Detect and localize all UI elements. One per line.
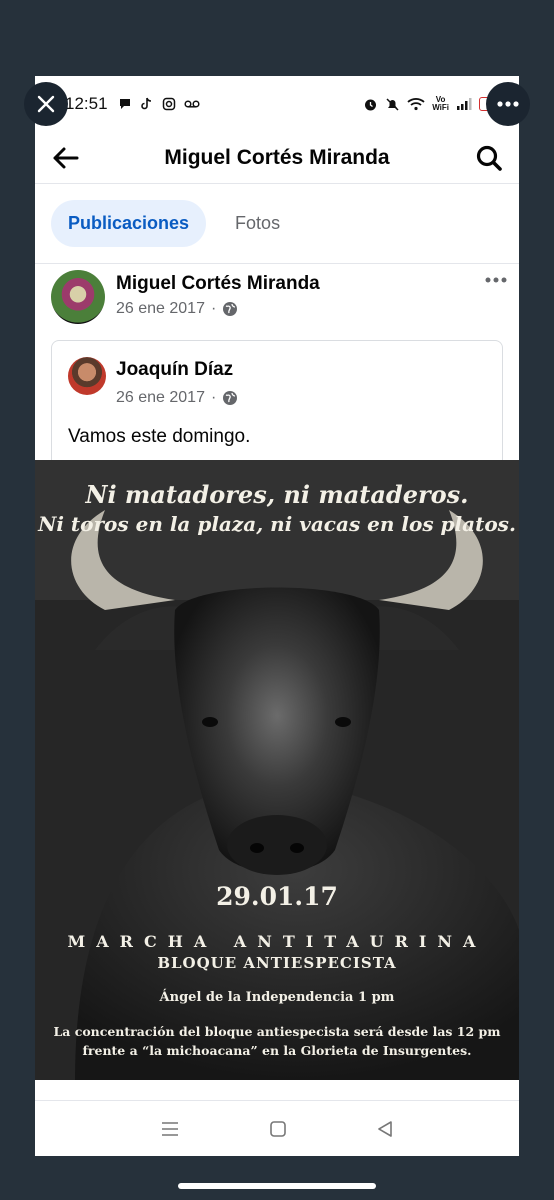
page-title: Miguel Cortés Miranda	[164, 145, 390, 169]
shared-post-card[interactable]: Joaquín Díaz 26 ene 2017 · Vamos este do…	[51, 340, 503, 470]
arrow-left-icon	[53, 147, 79, 168]
poster-subheadline: Ni toros en la plaza, ni vacas en los pl…	[38, 512, 516, 536]
profile-tabs: Publicaciones Fotos	[35, 184, 519, 264]
poster-event-title: MARCHA ANTITAURINA	[67, 932, 487, 951]
voicemail-icon	[183, 100, 200, 108]
phone-screen: 12:51 VoWiFi 14 Miguel Cortés Miranda Pu…	[35, 76, 519, 1156]
chat-bubble-icon	[119, 99, 130, 109]
globe-icon	[223, 391, 238, 405]
poster-headline: Ni matadores, ni mataderos.	[85, 480, 469, 509]
system-nav-bar	[35, 1100, 519, 1156]
wifi-icon	[407, 98, 425, 111]
shared-post-date: 26 ene 2017 ·	[116, 389, 238, 407]
post-header: Miguel Cortés Miranda 26 ene 2017 ·	[51, 270, 511, 326]
home-indicator[interactable]	[178, 1183, 376, 1189]
status-bar: 12:51 VoWiFi 14	[35, 76, 519, 132]
poster-date: 29.01.17	[216, 882, 338, 911]
more-horizontal-icon	[497, 101, 519, 107]
viewer-more-button[interactable]	[486, 82, 530, 126]
close-viewer-button[interactable]	[24, 82, 68, 126]
shared-author-name[interactable]: Joaquín Díaz	[116, 359, 233, 381]
volte-wifi-indicator: Vo WiFi	[432, 95, 449, 112]
post-author-name[interactable]: Miguel Cortés Miranda	[116, 273, 320, 295]
globe-icon	[223, 302, 238, 316]
instagram-icon	[162, 97, 175, 111]
post-date: 26 ene 2017 ·	[116, 300, 238, 318]
post-options-button[interactable]	[481, 270, 511, 290]
search-icon	[476, 145, 502, 171]
poster-details-line1: La concentración del bloque antiespecist…	[53, 1024, 501, 1039]
back-button[interactable]	[35, 132, 95, 184]
tiktok-icon	[140, 97, 151, 110]
poster-event-subtitle: BLOQUE ANTIESPECISTA	[157, 954, 397, 972]
search-button[interactable]	[459, 132, 519, 184]
avatar[interactable]	[51, 270, 105, 324]
shared-author-avatar[interactable]	[68, 357, 106, 395]
app-header: Miguel Cortés Miranda	[35, 132, 519, 184]
more-horizontal-icon	[485, 277, 507, 283]
close-icon	[37, 95, 55, 113]
poster-location: Ángel de la Independencia 1 pm	[159, 990, 395, 1005]
tab-fotos[interactable]: Fotos	[218, 200, 297, 247]
home-icon[interactable]	[269, 1120, 287, 1138]
alarm-icon	[365, 99, 377, 110]
mute-icon	[386, 97, 399, 111]
poster-details-line2: frente a “la michoacana” en la Glorieta …	[82, 1043, 472, 1058]
bull-illustration	[35, 460, 519, 1080]
post-image[interactable]: Ni matadores, ni mataderos. Ni toros en …	[35, 460, 519, 1080]
tab-publicaciones[interactable]: Publicaciones	[51, 200, 207, 247]
signal-icon	[457, 98, 472, 110]
back-triangle-icon[interactable]	[376, 1120, 394, 1138]
status-time: 12:51	[65, 94, 108, 113]
recent-apps-icon[interactable]	[160, 1120, 180, 1138]
shared-post-text: Vamos este domingo.	[68, 426, 251, 447]
